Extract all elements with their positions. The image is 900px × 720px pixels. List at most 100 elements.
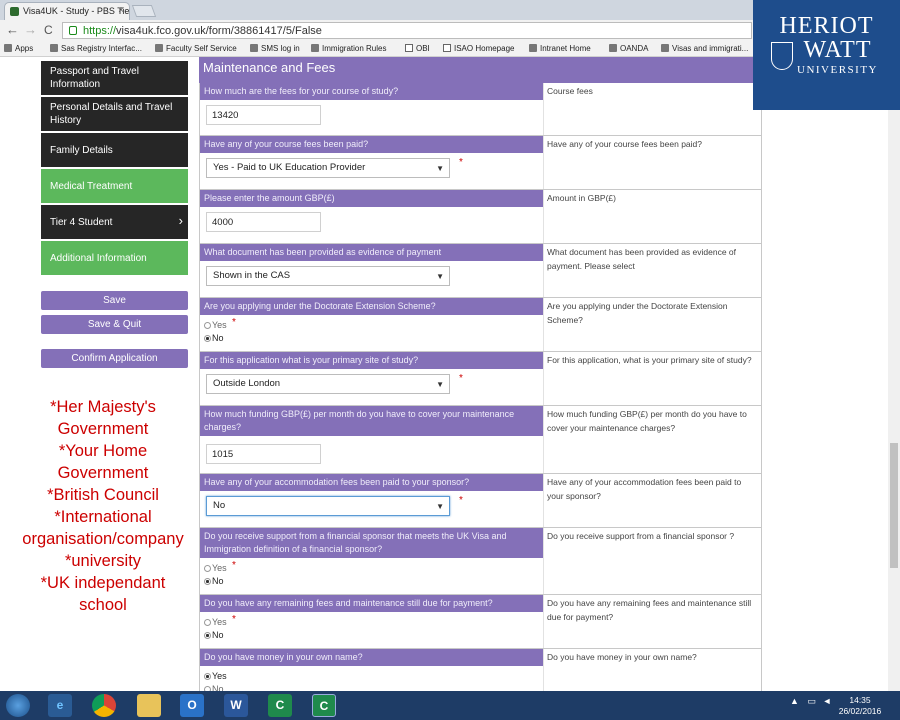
question-label: What document has been provided as evide… [200, 244, 543, 261]
save-and-quit-button[interactable]: Save & Quit [41, 315, 188, 334]
radio-button-selected[interactable] [204, 335, 211, 342]
radio-button[interactable] [204, 565, 211, 572]
radio-button[interactable] [204, 322, 211, 329]
required-marker: * [459, 157, 463, 168]
section-title: Maintenance and Fees [199, 57, 762, 83]
question-label: Please enter the amount GBP(£) [200, 190, 543, 207]
nav-item-additional-information[interactable]: Additional Information [41, 241, 188, 275]
nav-item-passport-travel[interactable]: Passport and Travel Information [41, 61, 188, 95]
tab-close-icon[interactable]: × [118, 5, 124, 16]
bookmark-faculty-self-service[interactable]: Faculty Self Service [155, 44, 237, 53]
radio-yes[interactable]: Yes [204, 670, 539, 683]
radio-no[interactable]: No [204, 683, 539, 691]
secure-lock-icon [69, 26, 77, 35]
question-financial-sponsor: Do you receive support from a financial … [199, 528, 762, 595]
forward-arrow-icon[interactable]: → [24, 23, 37, 37]
bookmark-sms-log-in[interactable]: SMS log in [250, 44, 300, 53]
site-favicon-icon [10, 7, 19, 16]
nav-item-personal-details[interactable]: Personal Details and Travel History [41, 97, 188, 131]
tray-arrow-icon[interactable]: ▲ [790, 696, 799, 706]
radio-no[interactable]: No [204, 575, 539, 588]
radio-yes[interactable]: Yes [204, 319, 539, 332]
question-course-fees-paid: Have any of your course fees been paid? … [199, 136, 762, 190]
dropdown-arrow-icon: ▼ [436, 380, 444, 389]
page-scrollbar[interactable] [888, 110, 900, 691]
outlook-icon[interactable]: O [180, 694, 204, 717]
amount-paid-input[interactable] [206, 212, 321, 232]
page-icon [405, 44, 413, 52]
volume-icon[interactable]: ◄ [822, 696, 831, 706]
course-fees-paid-select[interactable]: Yes - Paid to UK Education Provider ▼ [206, 158, 450, 178]
radio-yes[interactable]: Yes [204, 562, 539, 575]
primary-site-select[interactable]: Outside London ▼ [206, 374, 450, 394]
url-scheme: https:// [83, 25, 117, 37]
nav-item-family-details[interactable]: Family Details [41, 133, 188, 167]
radio-button-selected[interactable] [204, 673, 211, 680]
bookmark-icon [661, 44, 669, 52]
maintenance-funding-input[interactable] [206, 444, 321, 464]
radio-button[interactable] [204, 619, 211, 626]
taskbar-clock[interactable]: 14:35 26/02/2016 [838, 695, 882, 717]
page-content: Passport and Travel Information Personal… [0, 57, 900, 691]
bookmark-icon [311, 44, 319, 52]
evidence-document-select[interactable]: Shown in the CAS ▼ [206, 266, 450, 286]
new-tab-button[interactable] [131, 5, 157, 17]
reload-icon[interactable]: C [44, 23, 53, 37]
browser-tab[interactable]: Visa4UK - Study - PBS Tier × [4, 2, 130, 20]
file-explorer-icon[interactable] [137, 694, 161, 717]
question-label: Do you receive support from a financial … [200, 528, 543, 558]
chrome-icon[interactable] [92, 694, 116, 717]
heriot-watt-logo: HERIOT WATT UNIVERSITY [753, 0, 900, 110]
question-label: Do you have any remaining fees and maint… [200, 595, 543, 612]
start-button-icon[interactable] [6, 694, 30, 717]
help-text: Amount in GBP(£) [543, 190, 761, 243]
bookmark-intranet-home[interactable]: Intranet Home [529, 44, 591, 53]
question-label: Have any of your course fees been paid? [200, 136, 543, 153]
nav-item-tier-4-student[interactable]: Tier 4 Student › [41, 205, 188, 239]
course-fees-input[interactable] [206, 105, 321, 125]
maintenance-fees-form: Maintenance and Fees How much are the fe… [199, 57, 762, 691]
question-label: For this application what is your primar… [200, 352, 543, 369]
required-marker: * [232, 560, 236, 571]
help-text: Have any of your course fees been paid? [543, 136, 761, 189]
bookmark-icon [529, 44, 537, 52]
question-maintenance-funding: How much funding GBP(£) per month do you… [199, 406, 762, 474]
radio-no[interactable]: No [204, 629, 539, 642]
required-marker: * [232, 614, 236, 625]
radio-yes[interactable]: Yes [204, 616, 539, 629]
radio-button-selected[interactable] [204, 632, 211, 639]
bookmark-oanda[interactable]: OANDA [609, 44, 648, 53]
network-icon[interactable]: ▭ [807, 696, 816, 706]
question-label: How much are the fees for your course of… [200, 83, 543, 100]
logo-line-1: HERIOT [779, 13, 874, 39]
nav-item-medical-treatment[interactable]: Medical Treatment [41, 169, 188, 203]
url-input[interactable]: https://visa4uk.fco.gov.uk/form/38861417… [62, 22, 752, 39]
help-text: For this application, what is your prima… [543, 352, 761, 405]
bookmark-icon [50, 44, 58, 52]
crest-icon [771, 42, 793, 70]
radio-no[interactable]: No [204, 332, 539, 345]
word-icon[interactable]: W [224, 694, 248, 717]
radio-button-selected[interactable] [204, 578, 211, 585]
bookmark-icon [155, 44, 163, 52]
camtasia-icon[interactable]: C [268, 694, 292, 717]
bookmark-sas-registry[interactable]: Sas Registry Interfac... [50, 44, 142, 53]
required-marker: * [232, 317, 236, 328]
question-doctorate-extension: Are you applying under the Doctorate Ext… [199, 298, 762, 352]
bookmark-immigration-rules[interactable]: Immigration Rules [311, 44, 386, 53]
clock-date: 26/02/2016 [838, 706, 882, 716]
bookmark-icon [609, 44, 617, 52]
dropdown-arrow-icon: ▼ [436, 272, 444, 281]
bookmark-visas-and-immigration[interactable]: Visas and immigrati... [661, 44, 748, 53]
internet-explorer-icon[interactable]: e [48, 694, 72, 717]
confirm-application-button[interactable]: Confirm Application [41, 349, 188, 368]
question-course-fees: How much are the fees for your course of… [199, 83, 762, 136]
bookmark-apps[interactable]: Apps [4, 44, 33, 53]
bookmark-isao-homepage[interactable]: ISAO Homepage [443, 44, 514, 53]
scrollbar-thumb[interactable] [890, 443, 898, 568]
accommodation-fees-select[interactable]: No ▼ [206, 496, 450, 516]
camtasia-recorder-icon[interactable]: C [312, 694, 336, 717]
bookmark-obi[interactable]: OBI [405, 44, 430, 53]
save-button[interactable]: Save [41, 291, 188, 310]
back-arrow-icon[interactable]: ← [6, 23, 19, 37]
